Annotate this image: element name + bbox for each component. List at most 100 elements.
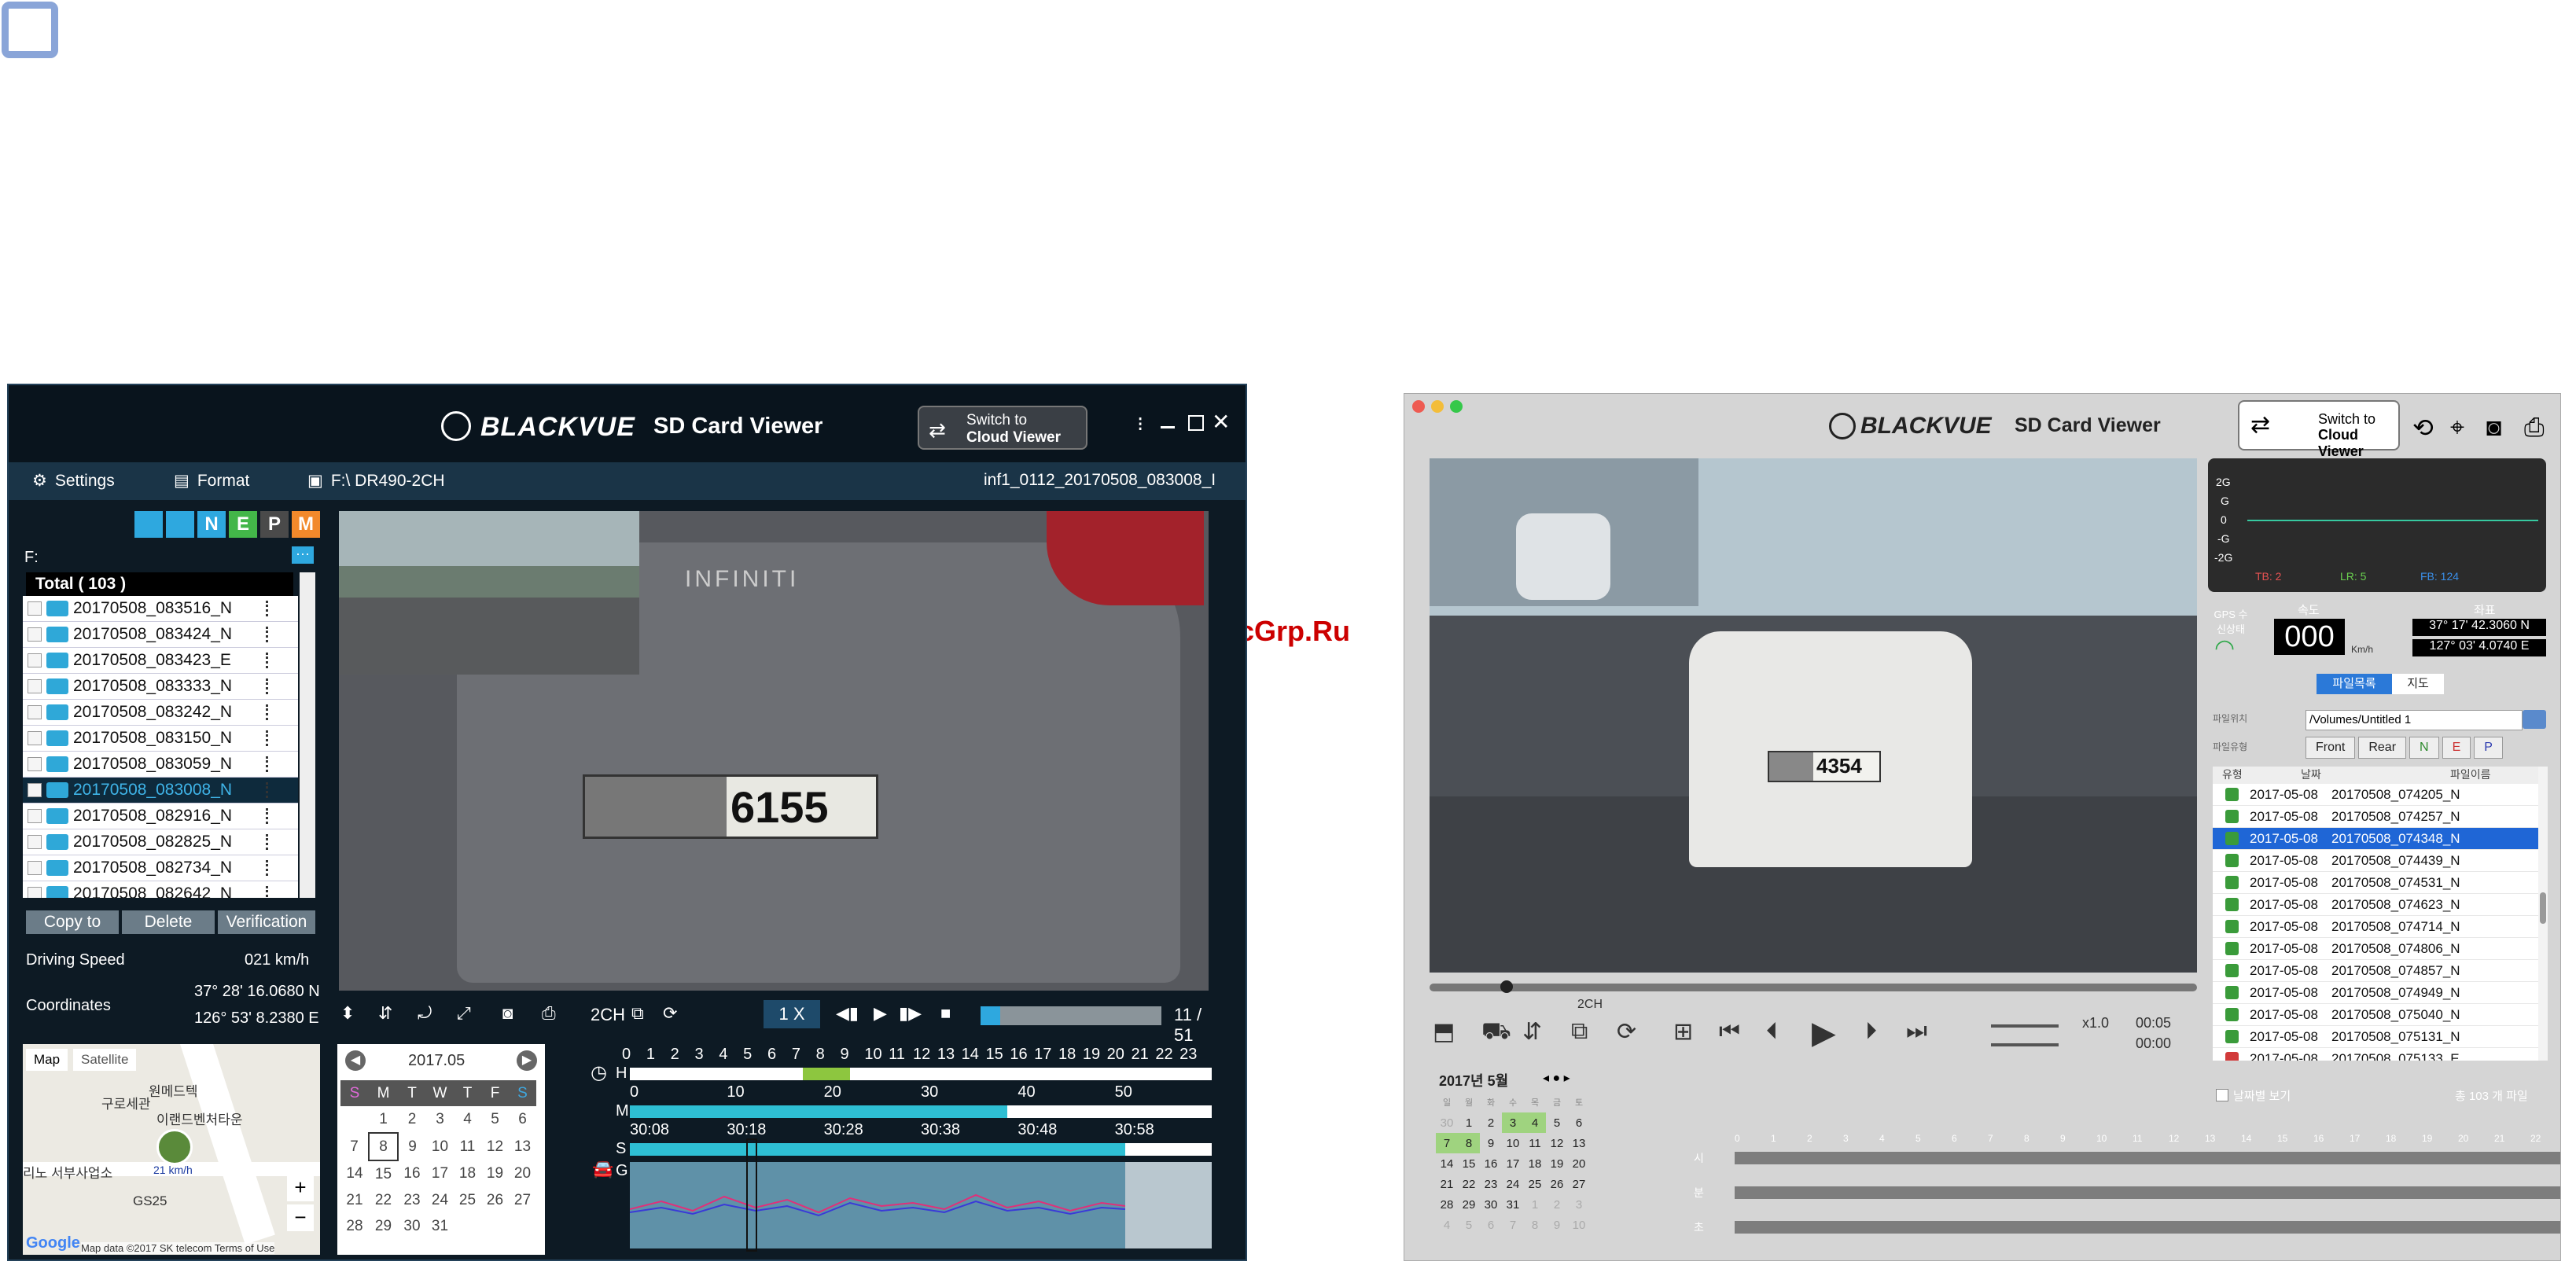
calendar-day-right[interactable]: 10 bbox=[1502, 1133, 1524, 1153]
calendar-day-right[interactable]: 15 bbox=[1458, 1153, 1480, 1174]
calendar-day[interactable]: 14 bbox=[340, 1160, 369, 1187]
mac-zoom-button[interactable] bbox=[1450, 400, 1463, 413]
file-row-right[interactable]: 2017-05-08 20170508_074949_N bbox=[2213, 982, 2538, 1004]
calendar-day-right[interactable]: 1 bbox=[1458, 1112, 1480, 1133]
front-camera-filter[interactable] bbox=[134, 511, 163, 538]
second-track[interactable] bbox=[630, 1143, 1212, 1156]
type-button-front[interactable]: Front bbox=[2306, 737, 2356, 759]
file-list-scrollbar[interactable] bbox=[300, 572, 315, 898]
volume-slider-right[interactable] bbox=[1991, 1024, 2059, 1028]
file-row[interactable]: 20170508_082825_N bbox=[23, 829, 298, 855]
mac-close-button[interactable] bbox=[1412, 400, 1425, 413]
file-list-scrollbar-right[interactable] bbox=[2538, 767, 2548, 1061]
switch-cloud-viewer-button-right[interactable]: ⇄ Switch to Cloud Viewer bbox=[2238, 400, 2400, 459]
map-panel[interactable]: Map Satellite 원메드텍 구로세관 이랜드벤처타운 리노 서부사업소… bbox=[23, 1044, 320, 1255]
calendar-day[interactable]: 22 bbox=[369, 1187, 398, 1213]
seek-track-right[interactable] bbox=[1430, 980, 2197, 993]
calendar-day-right[interactable]: 7 bbox=[1436, 1133, 1458, 1153]
file-checkbox[interactable] bbox=[28, 731, 42, 745]
calendar-day-right[interactable]: 30 bbox=[1480, 1194, 1502, 1215]
file-checkbox[interactable] bbox=[28, 679, 42, 693]
type-button-p[interactable]: P bbox=[2474, 737, 2503, 759]
camera-icon[interactable]: ◙ bbox=[502, 1003, 513, 1024]
refresh-icon[interactable]: ⟲ bbox=[2412, 413, 2434, 443]
calendar-day-right[interactable]: 22 bbox=[1458, 1174, 1480, 1194]
calendar-day-right[interactable]: 19 bbox=[1546, 1153, 1568, 1174]
calendar-day[interactable]: 25 bbox=[454, 1187, 481, 1213]
switch-cloud-viewer-button[interactable]: ⇄ Switch to Cloud Viewer bbox=[918, 406, 1087, 450]
filter-p[interactable]: P bbox=[260, 511, 289, 538]
calendar-day[interactable]: 30 bbox=[398, 1213, 426, 1239]
filter-n[interactable]: N bbox=[197, 511, 226, 538]
calendar-day[interactable]: 15 bbox=[369, 1160, 398, 1187]
type-button-e[interactable]: E bbox=[2442, 737, 2471, 759]
speed-slider-right[interactable] bbox=[1991, 1043, 2059, 1046]
calendar-day[interactable]: 26 bbox=[481, 1187, 509, 1213]
calendar-day[interactable]: 21 bbox=[340, 1187, 369, 1213]
calendar-day-right[interactable]: 26 bbox=[1546, 1174, 1568, 1194]
file-checkbox[interactable] bbox=[28, 705, 42, 719]
filter-e[interactable]: E bbox=[229, 511, 257, 538]
seek-thumb-right[interactable] bbox=[1500, 980, 1513, 993]
row-menu-icon[interactable] bbox=[266, 834, 271, 850]
snapshot-icon[interactable]: ◙ bbox=[2486, 413, 2501, 442]
crosshair-icon[interactable]: ⌖ bbox=[2450, 413, 2464, 443]
close-icon[interactable]: ✕ bbox=[1212, 409, 1230, 435]
path-field-right[interactable]: /Volumes/Untitled 1 bbox=[2306, 710, 2523, 730]
print-icon-right[interactable]: ⎙ bbox=[2524, 413, 2545, 443]
play-icon[interactable]: ▶ bbox=[874, 1003, 887, 1024]
settings-button[interactable]: ⚙ Settings bbox=[32, 471, 115, 491]
calendar-day[interactable]: 1 bbox=[369, 1106, 398, 1133]
file-checkbox[interactable] bbox=[28, 809, 42, 823]
export-icon[interactable]: ⬍ bbox=[340, 1003, 355, 1024]
print-icon[interactable]: ⎙ bbox=[542, 1003, 556, 1024]
export-icon-right[interactable]: ⬒ bbox=[1433, 1018, 1455, 1046]
calendar-day-right[interactable]: 9 bbox=[1480, 1133, 1502, 1153]
prev-frame-icon[interactable]: ◀▮ bbox=[836, 1003, 859, 1024]
calendar-day-right[interactable]: 23 bbox=[1480, 1174, 1502, 1194]
file-checkbox[interactable] bbox=[28, 861, 42, 875]
file-row[interactable]: 20170508_083008_N bbox=[23, 778, 298, 803]
grid-icon-right[interactable]: ⊞ bbox=[1673, 1018, 1693, 1046]
row-menu-icon[interactable] bbox=[266, 808, 271, 824]
calendar-nav-right[interactable]: ◂ ● ▸ bbox=[1543, 1070, 1570, 1086]
minimize-icon[interactable] bbox=[1161, 426, 1175, 428]
calendar-day[interactable]: 27 bbox=[509, 1187, 536, 1213]
calendar-day-right[interactable]: 25 bbox=[1524, 1174, 1546, 1194]
file-row[interactable]: 20170508_083516_N bbox=[23, 596, 298, 622]
row-menu-icon[interactable] bbox=[266, 886, 271, 898]
rear-camera-filter[interactable] bbox=[166, 511, 194, 538]
calendar-day[interactable]: 29 bbox=[369, 1213, 398, 1239]
calendar-day[interactable]: 10 bbox=[426, 1133, 454, 1160]
video-area[interactable]: INFINITI 6155 bbox=[339, 511, 1209, 991]
file-row-right[interactable]: 2017-05-08 20170508_074348_N bbox=[2213, 828, 2538, 850]
calendar-day[interactable]: 16 bbox=[398, 1160, 426, 1187]
zoom-in-button[interactable]: + bbox=[287, 1175, 314, 1201]
minute-track[interactable] bbox=[630, 1105, 1212, 1118]
file-checkbox[interactable] bbox=[28, 835, 42, 849]
next-frame-icon[interactable]: ▮▶ bbox=[899, 1003, 922, 1024]
file-row-right[interactable]: 2017-05-08 20170508_074714_N bbox=[2213, 916, 2538, 938]
type-button-rear[interactable]: Rear bbox=[2358, 737, 2407, 759]
info-icon[interactable]: ⁝ bbox=[1137, 412, 1143, 436]
file-checkbox[interactable] bbox=[28, 601, 42, 616]
file-row-right[interactable]: 2017-05-08 20170508_075040_N bbox=[2213, 1004, 2538, 1026]
file-row[interactable]: 20170508_082734_N bbox=[23, 855, 298, 881]
skip-back-icon-right[interactable]: ⏮ bbox=[1719, 1018, 1740, 1045]
timeline-track-right[interactable] bbox=[1735, 1221, 2560, 1234]
file-row-right[interactable]: 2017-05-08 20170508_074531_N bbox=[2213, 872, 2538, 894]
calendar-day-right[interactable]: 12 bbox=[1546, 1133, 1568, 1153]
calendar-day[interactable]: 23 bbox=[398, 1187, 426, 1213]
calendar-day-right[interactable]: 3 bbox=[1502, 1112, 1524, 1133]
calendar-day[interactable]: 8 bbox=[368, 1132, 399, 1161]
skip-forward-icon-right[interactable]: ⏭ bbox=[1906, 1018, 1927, 1045]
time-cursor[interactable] bbox=[746, 1138, 757, 1252]
calendar-day[interactable]: 4 bbox=[454, 1106, 481, 1133]
calendar-day-right[interactable]: 28 bbox=[1436, 1194, 1458, 1215]
row-menu-icon[interactable] bbox=[266, 678, 271, 694]
zoom-out-button[interactable]: − bbox=[287, 1204, 314, 1231]
tab-map[interactable]: 지도 bbox=[2392, 674, 2444, 694]
calendar-day[interactable]: 3 bbox=[426, 1106, 454, 1133]
file-checkbox[interactable] bbox=[28, 653, 42, 667]
sync-icon[interactable]: ⟳ bbox=[663, 1003, 677, 1024]
